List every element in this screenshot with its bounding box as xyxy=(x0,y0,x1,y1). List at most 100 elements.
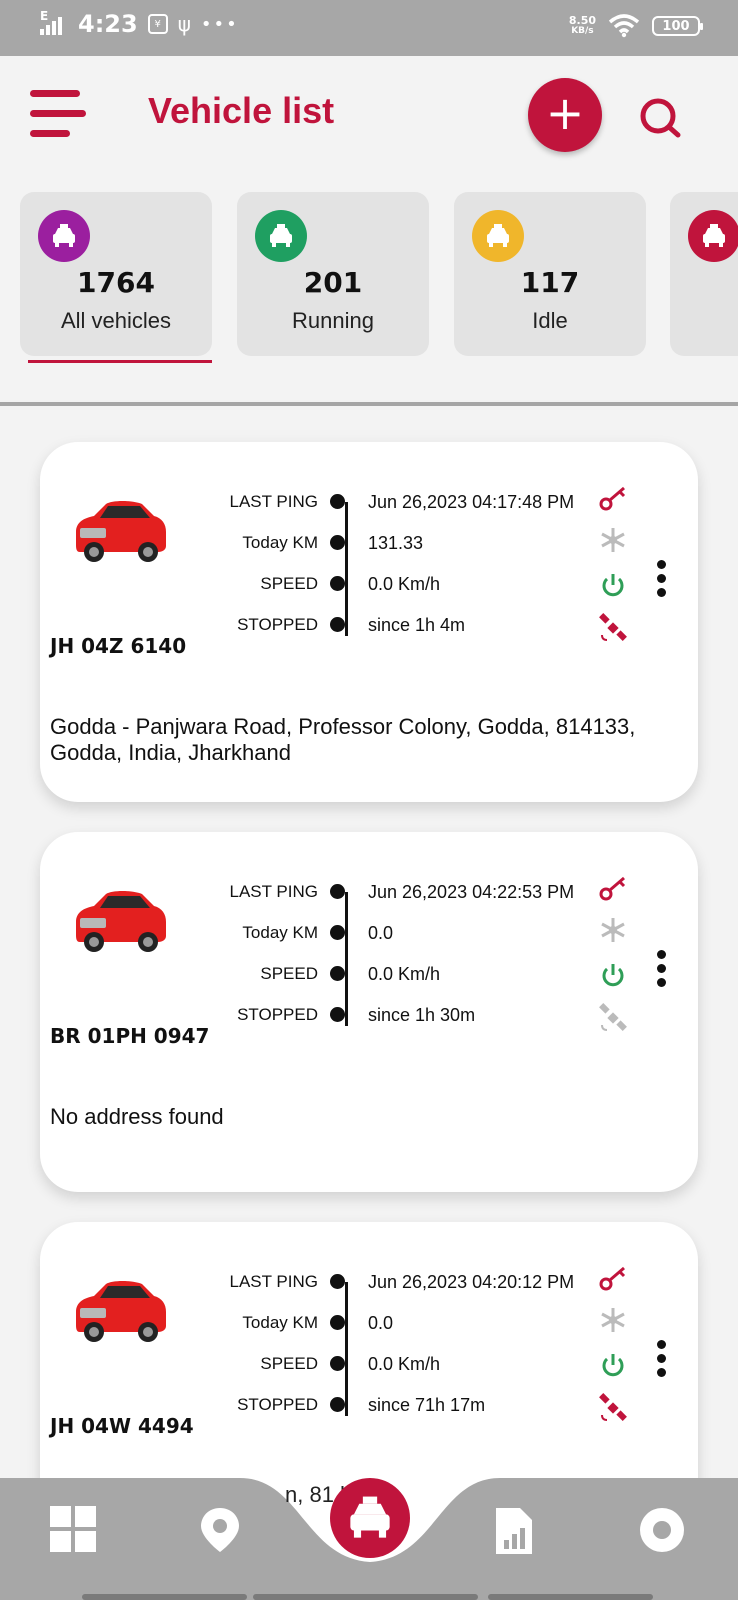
snowflake-icon xyxy=(598,915,628,945)
value-stopped: since 1h 4m xyxy=(368,615,466,635)
clock: 4:23 xyxy=(78,10,138,38)
taxi-icon xyxy=(472,210,524,262)
usb-icon: ψ xyxy=(177,12,191,36)
label-last-ping: LAST PING xyxy=(229,882,319,901)
report-icon xyxy=(496,1508,532,1554)
status-filter-tabs: 1764 All vehicles 201 Running 117 Idle xyxy=(0,190,738,370)
key-icon xyxy=(598,1264,628,1294)
value-today-km: 131.33 xyxy=(368,533,424,553)
timeline-dot xyxy=(330,617,345,632)
vehicle-plate: BR 01PH 0947 xyxy=(50,1024,210,1048)
dashboard-icon xyxy=(50,1506,96,1552)
timeline-dot xyxy=(330,1274,345,1289)
snowflake-icon xyxy=(598,1305,628,1335)
timeline-dot xyxy=(330,494,345,509)
vehicle-address: No address found xyxy=(50,1104,224,1129)
label-speed: SPEED xyxy=(260,574,318,593)
page-title: Vehicle list xyxy=(148,90,335,131)
vehicle-icon xyxy=(350,1496,390,1538)
more-notifications-icon: ••• xyxy=(200,13,239,35)
value-stopped: since 71h 17m xyxy=(368,1395,486,1415)
vehicle-card[interactable]: BR 01PH 0947 LAST PING Jun 26,2023 04:22:5… xyxy=(40,832,698,1192)
battery-icon: 100 xyxy=(652,16,703,36)
tab-label: Running xyxy=(292,308,374,333)
tab-label: Idle xyxy=(532,308,568,333)
status-bar: E 4:23 ¥ ψ ••• 8.50 KB/s 100 xyxy=(0,0,738,56)
car-image xyxy=(70,1272,168,1344)
tab-all-vehicles[interactable]: 1764 All vehicles xyxy=(20,192,212,356)
wifi-icon xyxy=(608,14,640,38)
taxi-icon xyxy=(38,210,90,262)
vehicle-plate: JH 04W 4494 xyxy=(50,1414,194,1438)
more-options-button[interactable] xyxy=(652,1340,672,1380)
settings-icon xyxy=(640,1508,684,1552)
value-speed: 0.0 Km/h xyxy=(368,574,441,594)
power-icon xyxy=(598,1350,628,1380)
value-stopped: since 1h 30m xyxy=(368,1005,476,1025)
power-icon xyxy=(598,570,628,600)
tab-stopped-partial[interactable] xyxy=(670,192,738,356)
nav-settings[interactable] xyxy=(638,1506,694,1562)
label-today-km: Today KM xyxy=(242,923,318,942)
selected-tab-indicator xyxy=(28,360,212,363)
nav-reports[interactable] xyxy=(494,1506,550,1562)
timeline-dot xyxy=(330,1397,345,1412)
add-vehicle-button[interactable]: + xyxy=(528,78,602,152)
label-stopped: STOPPED xyxy=(237,615,318,634)
tab-count: 117 xyxy=(520,266,580,299)
label-today-km: Today KM xyxy=(242,533,318,552)
more-options-button[interactable] xyxy=(652,560,672,600)
label-stopped: STOPPED xyxy=(237,1395,318,1414)
satellite-icon xyxy=(598,613,628,643)
search-icon xyxy=(640,98,681,138)
label-speed: SPEED xyxy=(260,964,318,983)
value-today-km: 0.0 xyxy=(368,1313,394,1333)
timeline-line xyxy=(345,502,348,636)
search-button[interactable] xyxy=(638,94,686,142)
timeline-line xyxy=(345,1282,348,1416)
power-icon xyxy=(598,960,628,990)
tab-idle[interactable]: 117 Idle xyxy=(454,192,646,356)
timeline-dot xyxy=(330,1356,345,1371)
more-options-button[interactable] xyxy=(652,950,672,990)
network-type: E xyxy=(40,9,49,23)
signal-icon: E xyxy=(38,9,68,37)
taxi-icon xyxy=(255,210,307,262)
tab-count: 1764 xyxy=(77,266,155,299)
car-image xyxy=(70,492,168,564)
label-today-km: Today KM xyxy=(242,1313,318,1332)
timeline-dot xyxy=(330,576,345,591)
timeline-dot xyxy=(330,925,345,940)
car-image xyxy=(70,882,168,954)
value-speed: 0.0 Km/h xyxy=(368,964,441,984)
usb-debug-icon: ¥ xyxy=(147,14,168,34)
timeline-dot xyxy=(330,1007,345,1022)
label-stopped: STOPPED xyxy=(237,1005,318,1024)
timeline-dot xyxy=(330,966,345,981)
value-last-ping: Jun 26,2023 04:17:48 PM xyxy=(368,492,575,512)
label-last-ping: LAST PING xyxy=(229,492,319,511)
snowflake-icon xyxy=(598,525,628,555)
vehicle-plate: JH 04Z 6140 xyxy=(50,634,187,658)
vehicle-card[interactable]: JH 04Z 6140 LAST PING Jun 26,2023 04:17:48… xyxy=(40,442,698,802)
menu-button[interactable] xyxy=(30,90,86,140)
satellite-icon xyxy=(598,1393,628,1423)
network-speed: 8.50 KB/s xyxy=(568,14,596,36)
nav-dashboard[interactable] xyxy=(50,1506,106,1562)
timeline-dot xyxy=(330,535,345,550)
satellite-icon xyxy=(598,1003,628,1033)
map-pin-icon xyxy=(201,1508,239,1552)
tab-count: 201 xyxy=(303,266,363,299)
nav-vehicles[interactable] xyxy=(330,1478,410,1558)
timeline-line xyxy=(345,892,348,1026)
app-header: Vehicle list + xyxy=(0,56,738,176)
value-speed: 0.0 Km/h xyxy=(368,1354,441,1374)
nav-map[interactable] xyxy=(198,1506,254,1562)
vehicle-address: Godda - Panjwara Road, Professor Colony,… xyxy=(50,714,636,765)
label-last-ping: LAST PING xyxy=(229,1272,319,1291)
taxi-icon xyxy=(688,210,738,262)
value-last-ping: Jun 26,2023 04:20:12 PM xyxy=(368,1272,575,1292)
tab-label: All vehicles xyxy=(60,308,172,333)
value-today-km: 0.0 xyxy=(368,923,394,943)
tab-running[interactable]: 201 Running xyxy=(237,192,429,356)
